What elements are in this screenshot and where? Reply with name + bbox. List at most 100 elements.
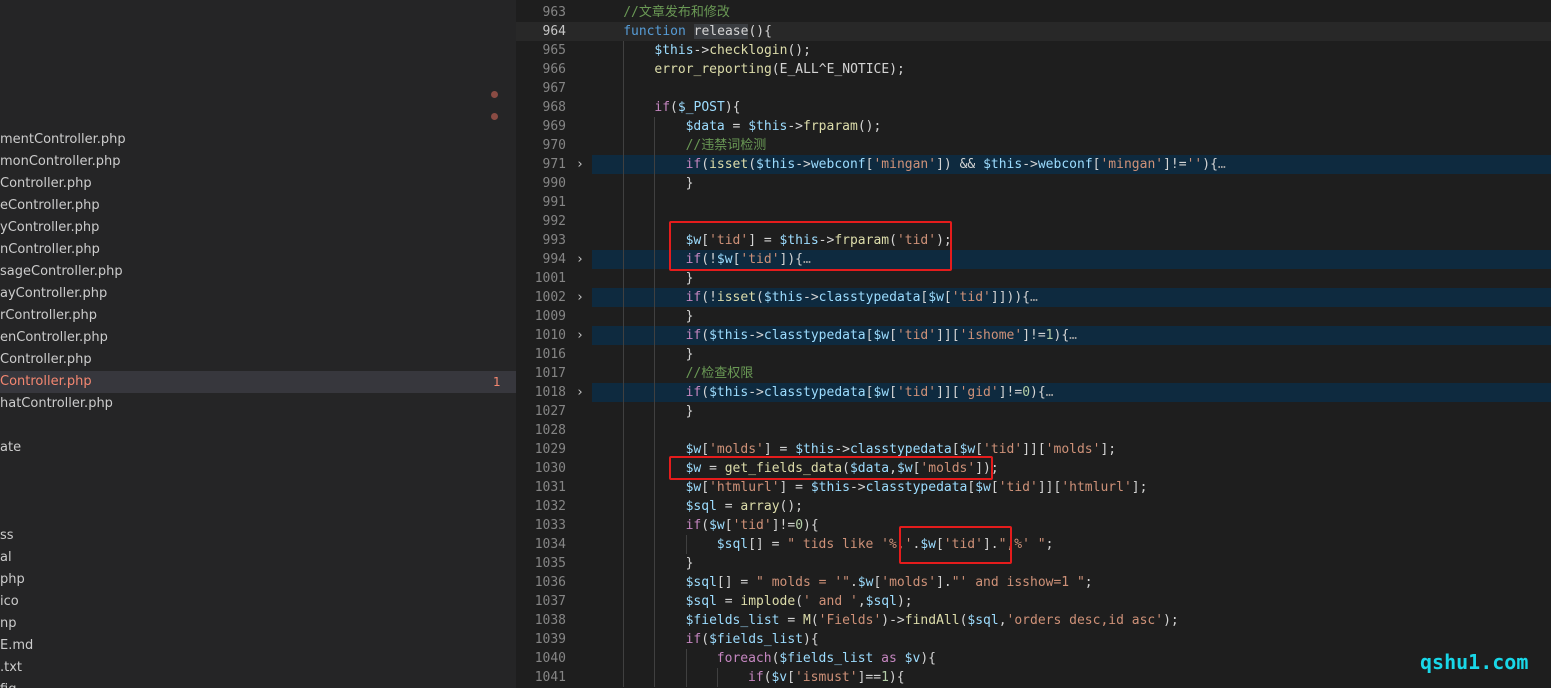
code-line[interactable]: 968 if($_POST){ <box>516 98 1551 117</box>
code-token: -> <box>834 442 850 457</box>
file-item[interactable]: hatController.php <box>0 393 516 415</box>
code-line[interactable]: 990} <box>516 174 1551 193</box>
code-line[interactable]: 965 $this->checklogin(); <box>516 41 1551 60</box>
indent-guide <box>685 668 687 687</box>
code-token: $w <box>896 461 913 476</box>
code-text: $w['htmlurl'] = $this->classtypedata[$w[… <box>686 478 1148 497</box>
code-line[interactable]: 967 <box>516 79 1551 98</box>
file-item[interactable]: Controller.php <box>0 173 516 195</box>
code-text: $sql[] = " tids like '%,'.$w['tid'].",%'… <box>717 535 1054 554</box>
code-token: //违禁词检测 <box>685 138 767 153</box>
file-item[interactable] <box>0 481 516 503</box>
code-line[interactable]: 1001} <box>516 269 1551 288</box>
file-item[interactable]: ss <box>0 525 516 547</box>
code-line[interactable]: 1036 $sql[] = " molds = '".$w['molds']."'… <box>516 573 1551 592</box>
code-line[interactable]: 969 $data = $this->frparam(); <box>516 117 1551 136</box>
code-line[interactable]: 1018 › if($this->classtypedata[$w['tid']][… <box>516 383 1551 402</box>
code-line[interactable]: 1010 › if($this->classtypedata[$w['tid']][… <box>516 326 1551 345</box>
file-item-label: ayController.php <box>0 286 108 301</box>
code-text: } <box>686 402 694 421</box>
file-item[interactable]: nController.php <box>0 239 516 261</box>
file-item[interactable]: ico <box>0 591 516 613</box>
file-item[interactable]: .txt <box>0 657 516 679</box>
file-item[interactable]: fig <box>0 679 516 688</box>
line-number: 1001 <box>534 271 566 286</box>
code-line[interactable]: 1017 //检查权限 <box>516 364 1551 383</box>
file-item[interactable]: E.md <box>0 635 516 657</box>
code-line[interactable]: 1033 if($w['tid']!=0){ <box>516 516 1551 535</box>
code-token: ]][ <box>936 328 960 343</box>
code-line[interactable]: 964 function release(){ <box>516 22 1551 41</box>
code-token: findAll <box>904 613 960 628</box>
code-token: $w <box>685 480 702 495</box>
code-line[interactable]: 992 <box>516 212 1551 231</box>
code-line[interactable]: 1028 <box>516 421 1551 440</box>
file-item[interactable]: ate <box>0 437 516 459</box>
fold-chevron-icon[interactable]: › <box>576 155 584 174</box>
code-token: ' and ' <box>803 594 858 609</box>
file-item[interactable]: al <box>0 547 516 569</box>
file-item[interactable] <box>0 459 516 481</box>
file-item-label: hatController.php <box>0 396 113 411</box>
file-item[interactable]: ayController.php <box>0 283 516 305</box>
code-line[interactable]: 1040 foreach($fields_list as $v){ <box>516 649 1551 668</box>
file-item[interactable] <box>0 503 516 525</box>
code-token: $w <box>873 328 890 343</box>
code-token: 'tid' <box>998 480 1038 495</box>
file-item[interactable]: enController.php <box>0 327 516 349</box>
file-item[interactable]: yController.php <box>0 217 516 239</box>
file-item[interactable]: php <box>0 569 516 591</box>
code-line[interactable]: 970 //违禁词检测 <box>516 136 1551 155</box>
file-item[interactable]: Controller.php <box>0 349 516 371</box>
code-line[interactable]: 1032 $sql = array(); <box>516 497 1551 516</box>
indent-guide <box>623 668 625 687</box>
code-token: $w <box>975 480 991 495</box>
code-token: … <box>1217 157 1226 172</box>
file-item[interactable]: rController.php <box>0 305 516 327</box>
fold-chevron-icon[interactable]: › <box>576 288 584 307</box>
code-line[interactable]: 993 $w['tid'] = $this->frparam('tid'); <box>516 231 1551 250</box>
code-line[interactable]: 1027} <box>516 402 1551 421</box>
code-line[interactable]: 1035} <box>516 554 1551 573</box>
code-token: $v <box>904 651 921 666</box>
code-line[interactable]: 1038 $fields_list = M('Fields')->findAll(… <box>516 611 1551 630</box>
file-item[interactable]: sageController.php <box>0 261 516 283</box>
file-item-label: .txt <box>0 660 23 675</box>
indent-guide <box>654 440 656 459</box>
code-token: (); <box>779 499 804 514</box>
code-line[interactable]: 1039 if($fields_list){ <box>516 630 1551 649</box>
code-line[interactable]: 1037 $sql = implode(' and ',$sql); <box>516 592 1551 611</box>
code-text: } <box>686 345 694 364</box>
code-token: 'mingan' <box>873 157 937 172</box>
file-item[interactable] <box>0 415 516 437</box>
code-line[interactable]: 991 <box>516 193 1551 212</box>
code-line[interactable]: 1002 › if(!isset($this->classtypedata[$w['… <box>516 288 1551 307</box>
line-number: 1039 <box>534 632 566 647</box>
code-line[interactable]: 1030 $w = get_fields_data($data,$w['molds… <box>516 459 1551 478</box>
code-line[interactable]: 966 error_reporting(E_ALL^E_NOTICE); <box>516 60 1551 79</box>
indent-guide <box>623 516 625 535</box>
code-token: classtypedata <box>865 480 968 495</box>
code-line[interactable]: 971 › if(isset($this->webconf['mingan']) &… <box>516 155 1551 174</box>
code-editor[interactable]: 963//文章发布和修改 964 function release(){965 $th… <box>516 0 1551 688</box>
file-item[interactable]: Controller.php 1 <box>0 371 516 393</box>
code-line[interactable]: 1029 $w['molds'] = $this->classtypedata[$… <box>516 440 1551 459</box>
code-token: -> <box>748 385 764 400</box>
fold-chevron-icon[interactable]: › <box>576 250 584 269</box>
file-item[interactable]: monController.php <box>0 151 516 173</box>
file-item[interactable]: np <box>0 613 516 635</box>
fold-chevron-icon[interactable]: › <box>576 383 584 402</box>
code-line[interactable]: 1034 $sql[] = " tids like '%,'.$w['tid'].… <box>516 535 1551 554</box>
file-item[interactable]: mentController.php <box>0 129 516 151</box>
code-line[interactable]: 1041 if($v['ismust']==1){ <box>516 668 1551 687</box>
file-item-label: nController.php <box>0 242 100 257</box>
code-token: 'htmlurl' <box>709 480 780 495</box>
code-line[interactable]: 1031 $w['htmlurl'] = $this->classtypedata… <box>516 478 1551 497</box>
indent-guide <box>623 41 625 60</box>
code-line[interactable]: 1016} <box>516 345 1551 364</box>
code-line[interactable]: 963 //文章发布和修改 <box>516 3 1551 22</box>
fold-chevron-icon[interactable]: › <box>576 326 584 345</box>
code-line[interactable]: 994 › if(!$w['tid']){… <box>516 250 1551 269</box>
file-item[interactable]: eController.php <box>0 195 516 217</box>
code-line[interactable]: 1009} <box>516 307 1551 326</box>
